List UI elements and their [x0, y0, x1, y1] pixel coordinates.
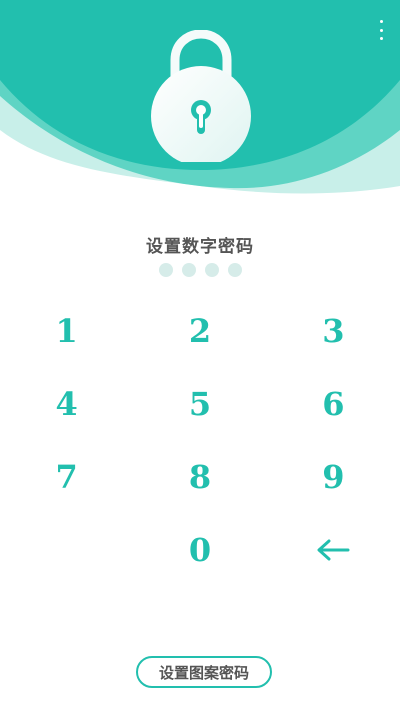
- backspace-button[interactable]: [267, 513, 400, 586]
- key-6[interactable]: 6: [267, 367, 400, 440]
- pin-dot: [227, 263, 242, 277]
- key-7[interactable]: 7: [0, 440, 133, 513]
- key-3[interactable]: 3: [267, 294, 400, 367]
- key-empty: [0, 513, 133, 586]
- padlock-icon: [151, 30, 251, 162]
- key-8[interactable]: 8: [133, 440, 266, 513]
- key-5[interactable]: 5: [133, 367, 266, 440]
- menu-dot: [379, 37, 383, 40]
- numeric-keypad: 1 2 3 4 5 6 7 8 9 0: [0, 294, 400, 586]
- menu-dot: [379, 20, 383, 23]
- more-options-button[interactable]: [376, 20, 386, 40]
- key-0[interactable]: 0: [133, 513, 266, 586]
- pin-indicator: [0, 263, 400, 277]
- pin-dot: [181, 263, 196, 277]
- pin-dot: [204, 263, 219, 277]
- key-2[interactable]: 2: [133, 294, 266, 367]
- menu-dot: [379, 28, 383, 32]
- pin-dot: [158, 263, 173, 277]
- key-1[interactable]: 1: [0, 294, 133, 367]
- pin-title: 设置数字密码: [146, 237, 254, 257]
- key-9[interactable]: 9: [267, 440, 400, 513]
- backspace-arrow-icon: [317, 539, 350, 560]
- set-pattern-button[interactable]: 设置图案密码: [136, 656, 272, 688]
- key-4[interactable]: 4: [0, 367, 133, 440]
